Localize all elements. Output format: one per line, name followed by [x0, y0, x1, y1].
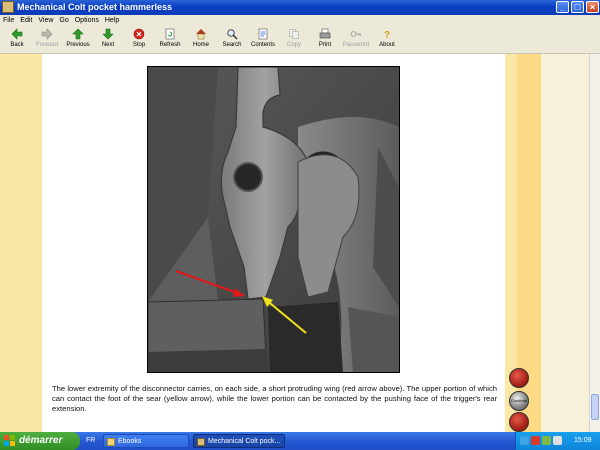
refresh-button[interactable]: Refresh — [153, 28, 187, 53]
windows-logo-icon — [4, 435, 16, 447]
left-margin-band — [0, 54, 42, 432]
start-button[interactable]: démarrer — [0, 432, 80, 450]
book-icon — [197, 438, 205, 446]
forward-label: Forward — [35, 42, 58, 48]
taskbar-item-ebook-window[interactable]: Mechanical Colt pock... — [193, 434, 285, 448]
contents-button[interactable]: Contents — [246, 28, 280, 53]
key-icon — [350, 28, 362, 40]
clock: 15:09 — [574, 437, 592, 444]
nav-contents-button[interactable]: Contents — [509, 391, 529, 411]
home-label: Home — [192, 42, 209, 48]
minimize-button[interactable]: _ — [556, 1, 569, 13]
home-button[interactable]: Home — [184, 28, 218, 53]
print-label: Print — [318, 42, 332, 48]
about-label: About — [379, 42, 395, 48]
menu-help[interactable]: Help — [102, 15, 122, 27]
home-icon — [195, 28, 207, 40]
back-arrow-icon — [11, 28, 23, 40]
copy-label: Copy — [286, 42, 301, 48]
next-label: Next — [101, 42, 115, 48]
refresh-label: Refresh — [159, 42, 181, 48]
menu-bar: File Edit View Go Options Help — [0, 15, 600, 27]
update-icon[interactable] — [542, 436, 551, 445]
menu-edit[interactable]: Edit — [17, 15, 35, 27]
back-label: Back — [10, 42, 24, 48]
help-icon: ? — [381, 28, 393, 41]
next-button[interactable]: Next — [91, 28, 125, 53]
print-icon — [319, 28, 331, 40]
window-title: Mechanical Colt pocket hammerless — [17, 2, 173, 12]
content-area: The lower extremity of the disconnector … — [0, 54, 600, 432]
back-button[interactable]: Back — [0, 28, 34, 53]
volume-icon[interactable] — [553, 436, 562, 445]
stop-icon — [133, 28, 145, 40]
forward-arrow-icon — [41, 28, 53, 40]
system-tray: 15:09 — [515, 432, 600, 450]
taskbar-item-label: Mechanical Colt pock... — [208, 438, 281, 445]
taskbar-item-label: Ebooks — [118, 438, 142, 445]
taskbar-item-ebooks[interactable]: Ebooks — [103, 434, 189, 448]
close-button[interactable]: × — [586, 1, 599, 13]
start-label: démarrer — [19, 435, 63, 446]
right-margin-band-light — [541, 54, 589, 432]
security-icon[interactable] — [531, 436, 540, 445]
about-button[interactable]: ? About — [370, 28, 404, 53]
copy-button[interactable]: Copy — [277, 28, 311, 53]
menu-go[interactable]: Go — [56, 15, 71, 27]
stop-label: Stop — [132, 42, 146, 48]
refresh-icon — [164, 28, 176, 40]
forward-button[interactable]: Forward — [30, 28, 64, 53]
network-icon[interactable] — [520, 436, 529, 445]
folder-icon — [107, 438, 115, 446]
nav-next-page-button[interactable] — [509, 412, 529, 432]
language-indicator[interactable]: FR — [86, 432, 95, 450]
copy-icon — [288, 28, 300, 40]
vertical-scrollbar[interactable] — [589, 54, 600, 432]
mechanism-photo — [147, 66, 400, 373]
taskbar: démarrer FR Ebooks Mechanical Colt pock.… — [0, 432, 600, 450]
photo-caption: The lower extremity of the disconnector … — [52, 384, 497, 413]
menu-file[interactable]: File — [0, 15, 17, 27]
svg-text:?: ? — [384, 30, 390, 40]
search-icon — [226, 28, 238, 40]
scrollbar-thumb[interactable] — [591, 394, 599, 420]
nav-previous-page-button[interactable] — [509, 368, 529, 388]
previous-label: Previous — [66, 42, 90, 48]
down-arrow-icon — [102, 28, 114, 40]
search-label: Search — [222, 42, 242, 48]
menu-view[interactable]: View — [35, 15, 56, 27]
toolbar: Back Forward Previous Next Stop Refresh … — [0, 27, 600, 54]
nav-contents-label: Contents — [510, 398, 527, 403]
contents-icon — [257, 28, 269, 40]
print-button[interactable]: Print — [308, 28, 342, 53]
search-button[interactable]: Search — [215, 28, 249, 53]
password-label: Password — [342, 42, 370, 48]
previous-button[interactable]: Previous — [61, 28, 95, 53]
up-arrow-icon — [72, 28, 84, 40]
title-bar: Mechanical Colt pocket hammerless _ □ × — [0, 0, 600, 15]
menu-options[interactable]: Options — [72, 15, 102, 27]
stop-button[interactable]: Stop — [122, 28, 156, 53]
app-icon — [2, 1, 14, 13]
password-button[interactable]: Password — [339, 28, 373, 53]
contents-label: Contents — [250, 42, 275, 48]
maximize-button[interactable]: □ — [571, 1, 584, 13]
